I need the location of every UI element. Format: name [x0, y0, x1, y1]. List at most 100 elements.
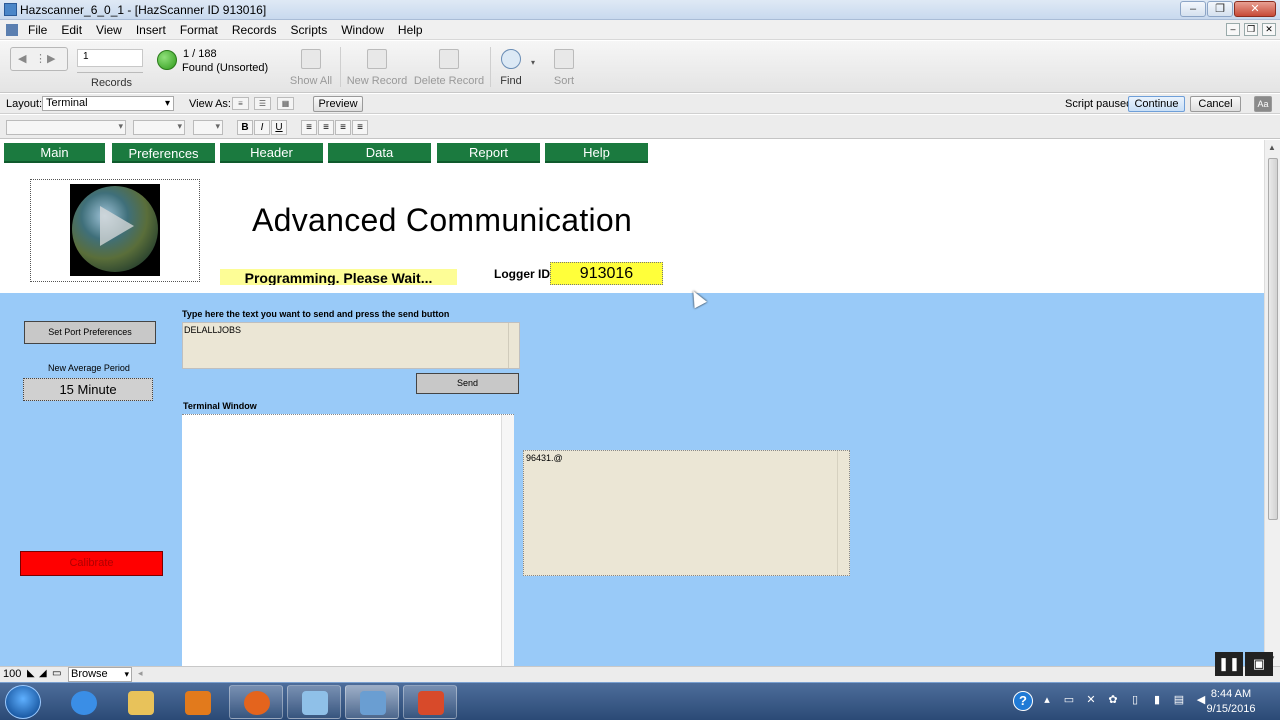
- doc-close-button[interactable]: ✕: [1262, 23, 1276, 36]
- find-button[interactable]: Find: [496, 49, 526, 87]
- record-book-control[interactable]: ◀ ⋮ ▶: [10, 47, 68, 71]
- toolbar-divider: [490, 47, 491, 87]
- document-icon[interactable]: [6, 24, 18, 36]
- scrollbar-thumb[interactable]: [1268, 158, 1278, 520]
- show-hidden-icons-icon[interactable]: ▴: [1040, 693, 1054, 707]
- record-slider[interactable]: [77, 69, 143, 73]
- maximize-button[interactable]: ❐: [1207, 1, 1233, 17]
- menu-file[interactable]: File: [28, 23, 47, 37]
- menu-view[interactable]: View: [96, 23, 122, 37]
- found-set-pie-icon[interactable]: [157, 50, 177, 70]
- doc-restore-button[interactable]: ❐: [1244, 23, 1258, 36]
- zoom-out-icon[interactable]: ◣: [27, 668, 35, 679]
- book-binding-icon: ⋮: [35, 53, 46, 65]
- taskbar-hazscanner[interactable]: [345, 685, 399, 719]
- send-button[interactable]: Send: [416, 373, 519, 394]
- scroll-up-icon[interactable]: ▲: [1268, 143, 1276, 152]
- terminal-window[interactable]: [182, 414, 514, 666]
- taskbar-explorer[interactable]: [113, 685, 167, 719]
- pause-icon[interactable]: ❚❚: [1215, 652, 1243, 676]
- status-area-toggle-icon[interactable]: ▭: [52, 668, 61, 679]
- signal-icon[interactable]: ▮: [1150, 693, 1164, 707]
- text-color-select[interactable]: [193, 120, 223, 135]
- taskbar-app[interactable]: [287, 685, 341, 719]
- average-period-field[interactable]: 15 Minute: [23, 378, 153, 401]
- tab-data[interactable]: Data: [328, 143, 431, 163]
- menu-edit[interactable]: Edit: [61, 23, 82, 37]
- menu-scripts[interactable]: Scripts: [291, 23, 328, 37]
- view-table-button[interactable]: ▦: [277, 97, 294, 110]
- mode-select[interactable]: Browse: [68, 667, 132, 682]
- response-field[interactable]: 96431.@: [523, 450, 850, 576]
- security-icon[interactable]: ✕: [1084, 693, 1098, 707]
- tab-main[interactable]: Main: [4, 143, 105, 163]
- menu-records[interactable]: Records: [232, 23, 277, 37]
- presenter-icon[interactable]: ▣: [1245, 652, 1273, 676]
- italic-button[interactable]: I: [254, 120, 270, 135]
- zoom-level[interactable]: 100: [3, 668, 21, 680]
- delete-record-icon: [439, 49, 459, 69]
- font-size-select[interactable]: [133, 120, 185, 135]
- response-scrollbar[interactable]: [837, 451, 849, 575]
- current-record-input[interactable]: 1: [77, 49, 143, 67]
- new-record-button[interactable]: New Record: [345, 49, 409, 87]
- menu-window[interactable]: Window: [341, 23, 384, 37]
- sort-button[interactable]: Sort: [550, 49, 578, 87]
- previous-record-icon[interactable]: ◀: [18, 52, 26, 65]
- window-title: Hazscanner_6_0_1 - [HazScanner ID 913016…: [20, 3, 267, 17]
- tab-report[interactable]: Report: [437, 143, 540, 163]
- tab-help[interactable]: Help: [545, 143, 648, 163]
- align-justify-button[interactable]: ≡: [352, 120, 368, 135]
- set-port-preferences-button[interactable]: Set Port Preferences: [24, 321, 156, 344]
- find-dropdown-icon[interactable]: ▾: [531, 58, 535, 67]
- vertical-scrollbar[interactable]: ▲ ▼: [1264, 140, 1280, 666]
- show-all-button[interactable]: Show All: [287, 49, 335, 87]
- status-toolbar: ◀ ⋮ ▶ 1 Records 1 / 188 Found (Unsorted)…: [0, 41, 1280, 93]
- continue-button[interactable]: Continue: [1128, 96, 1185, 112]
- tab-preferences[interactable]: Preferences: [112, 143, 215, 163]
- close-button[interactable]: ✕: [1234, 1, 1276, 17]
- average-period-label: New Average Period: [48, 363, 130, 373]
- help-icon[interactable]: ?: [1013, 691, 1033, 711]
- preview-button[interactable]: Preview: [313, 96, 363, 112]
- tab-header[interactable]: Header: [220, 143, 323, 163]
- notebook-tray-icon[interactable]: ▤: [1172, 693, 1186, 707]
- taskbar-media[interactable]: [170, 685, 224, 719]
- start-button[interactable]: [5, 685, 41, 719]
- taskbar-firefox[interactable]: [229, 685, 283, 719]
- usb-icon[interactable]: ▯: [1128, 693, 1142, 707]
- doc-minimize-button[interactable]: –: [1226, 23, 1240, 36]
- layout-select[interactable]: Terminal: [42, 96, 174, 111]
- send-text-field[interactable]: DELALLJOBS: [182, 322, 520, 369]
- view-list-button[interactable]: ☰: [254, 97, 271, 110]
- send-text-scrollbar[interactable]: [508, 323, 519, 368]
- view-form-button[interactable]: ≡: [232, 97, 249, 110]
- zoom-in-icon[interactable]: ◢: [39, 668, 47, 679]
- app-icon[interactable]: [4, 3, 17, 16]
- menu-help[interactable]: Help: [398, 23, 423, 37]
- scroll-left-icon[interactable]: ◂: [138, 668, 143, 679]
- align-right-button[interactable]: ≡: [335, 120, 351, 135]
- next-record-icon[interactable]: ▶: [47, 52, 55, 65]
- menu-insert[interactable]: Insert: [136, 23, 166, 37]
- delete-record-button[interactable]: Delete Record: [413, 49, 485, 87]
- cancel-button[interactable]: Cancel: [1190, 96, 1241, 112]
- font-select[interactable]: [6, 120, 126, 135]
- underline-button[interactable]: U: [271, 120, 287, 135]
- toolbar-divider: [340, 47, 341, 87]
- bold-button[interactable]: B: [237, 120, 253, 135]
- text-format-toggle[interactable]: Aa: [1254, 96, 1272, 112]
- align-left-button[interactable]: ≡: [301, 120, 317, 135]
- taskbar-ie[interactable]: [56, 685, 110, 719]
- system-clock[interactable]: 8:44 AM 9/15/2016: [1200, 687, 1262, 717]
- terminal-scrollbar[interactable]: [501, 415, 514, 666]
- calibrate-button[interactable]: Calibrate: [20, 551, 163, 576]
- system-tray: ▴ ▭ ✕ ✿ ▯ ▮ ▤ ◀: [1040, 693, 1208, 707]
- logger-id-field[interactable]: 913016: [550, 262, 663, 285]
- device-icon[interactable]: ▭: [1062, 693, 1076, 707]
- align-center-button[interactable]: ≡: [318, 120, 334, 135]
- taskbar-snagit[interactable]: [403, 685, 457, 719]
- minimize-button[interactable]: –: [1180, 1, 1206, 17]
- menu-format[interactable]: Format: [180, 23, 218, 37]
- settings-icon[interactable]: ✿: [1106, 693, 1120, 707]
